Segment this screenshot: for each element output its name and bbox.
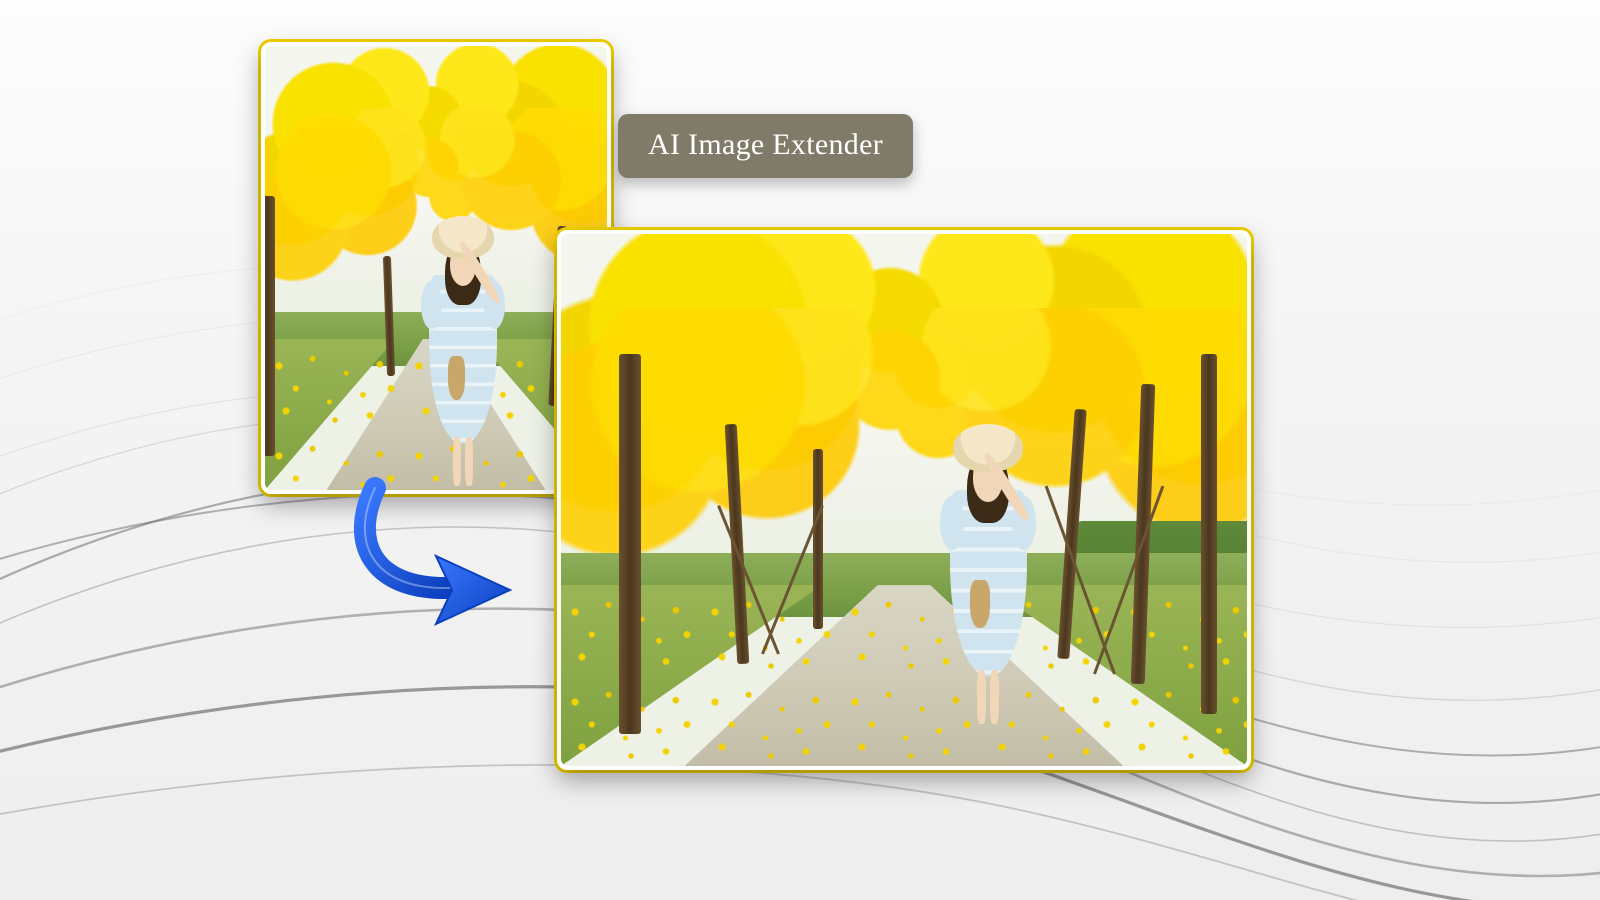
after-image xyxy=(561,234,1247,766)
feature-label: AI Image Extender xyxy=(618,114,913,178)
after-image-frame xyxy=(557,230,1251,770)
subject-person xyxy=(415,216,511,486)
promo-graphic: AI Image Extender xyxy=(0,0,1600,900)
arrow-icon xyxy=(340,470,540,640)
before-image xyxy=(265,46,607,490)
subject-person xyxy=(933,424,1043,724)
